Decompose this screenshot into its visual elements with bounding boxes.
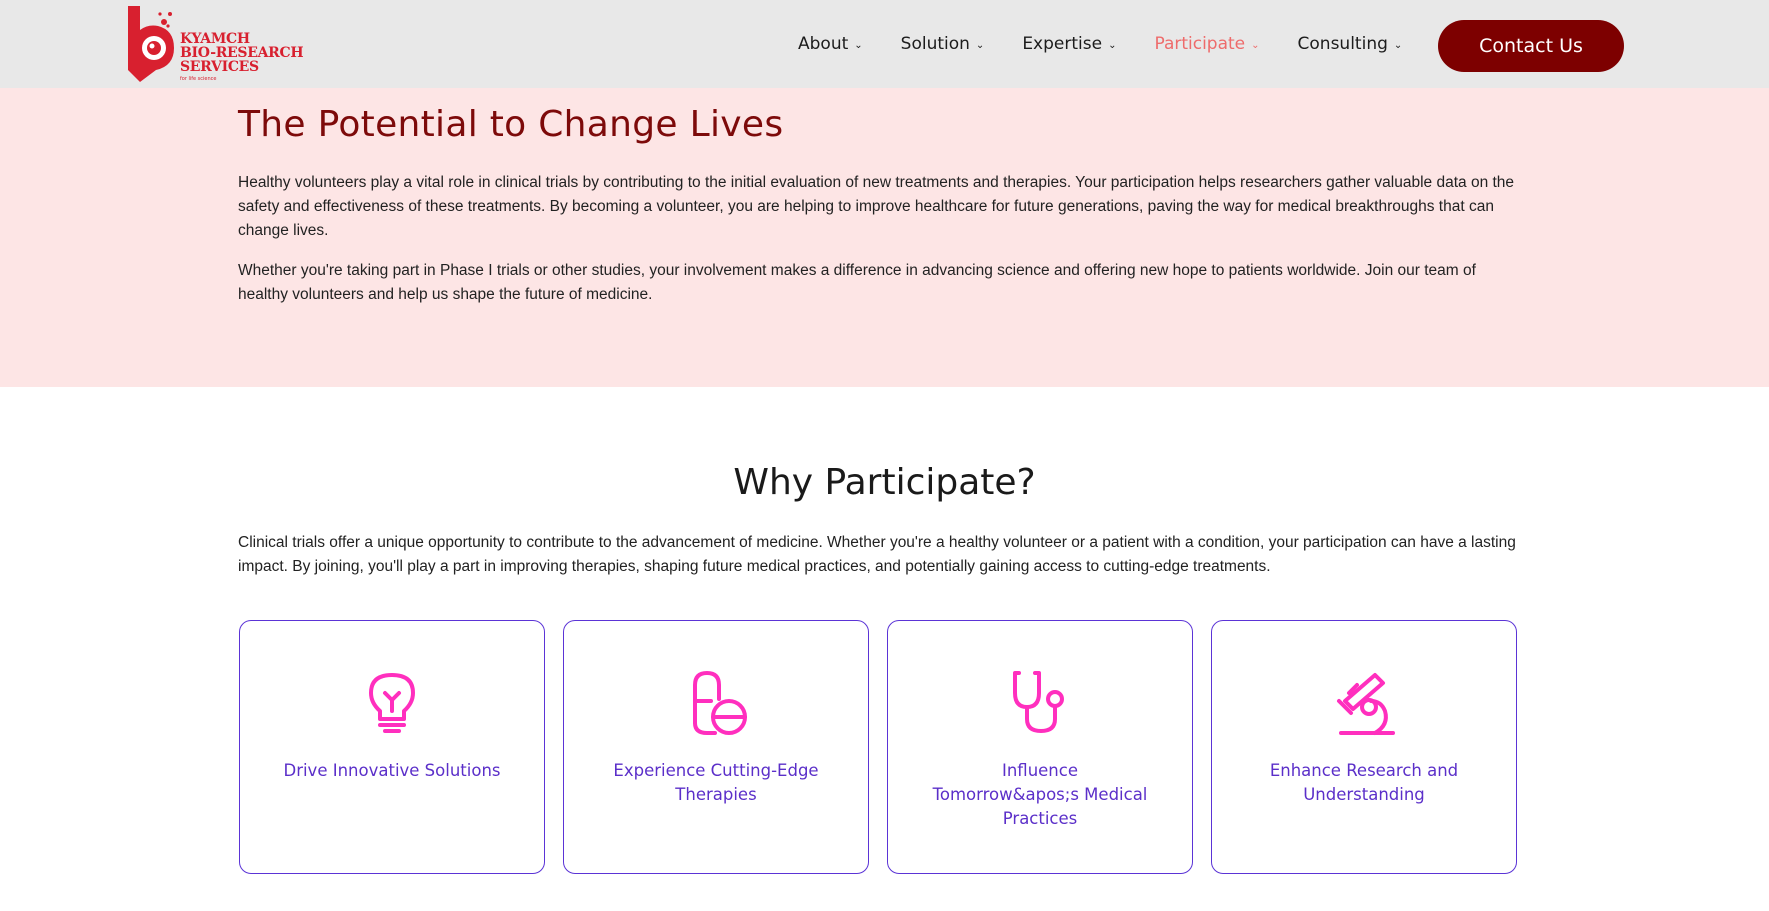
card-label: Enhance Research and Understanding bbox=[1269, 761, 1459, 804]
logo-tagline: for life science bbox=[180, 76, 217, 82]
contact-us-button[interactable]: Contact Us bbox=[1438, 20, 1624, 72]
nav-item-label: Consulting bbox=[1297, 34, 1388, 54]
nav-item-solution[interactable]: Solution ⌄ bbox=[901, 34, 985, 54]
benefit-card-innovative-solutions[interactable]: Drive Innovative Solutions bbox=[239, 620, 545, 874]
chevron-down-icon: ⌄ bbox=[1251, 39, 1260, 51]
why-participate-title: Why Participate? bbox=[733, 462, 1036, 503]
lightbulb-icon bbox=[369, 673, 415, 733]
nav-item-label: Solution bbox=[900, 34, 970, 54]
nav-item-label: About bbox=[798, 34, 849, 54]
nav-item-expertise[interactable]: Expertise ⌄ bbox=[1022, 34, 1116, 54]
pill-icon bbox=[693, 671, 747, 735]
card-label: Experience Cutting-Edge Therapies bbox=[613, 761, 819, 804]
card-label: Influence Tomorrow&apos;s Medical Practi… bbox=[932, 761, 1148, 828]
hero-title: The Potential to Change Lives bbox=[238, 104, 784, 145]
chevron-down-icon: ⌄ bbox=[854, 39, 863, 51]
nav-item-label: Expertise bbox=[1022, 34, 1103, 54]
stethoscope-icon bbox=[1013, 671, 1064, 733]
why-participate-paragraph: Clinical trials offer a unique opportuni… bbox=[238, 534, 1516, 575]
nav-item-participate[interactable]: Participate ⌄ bbox=[1154, 34, 1259, 54]
main-nav: About ⌄ Solution ⌄ Expertise ⌄ Participa… bbox=[798, 34, 1440, 54]
logo-line: BIO-RESEARCH bbox=[180, 45, 304, 61]
hero-paragraph-1: Healthy volunteers play a vital role in … bbox=[238, 174, 1515, 239]
benefit-card-research-understanding[interactable]: Enhance Research and Understanding bbox=[1211, 620, 1517, 874]
benefit-card-medical-practices[interactable]: Influence Tomorrow&apos;s Medical Practi… bbox=[887, 620, 1193, 874]
site-header: KYAMCH BIO-RESEARCH SERVICES for life sc… bbox=[0, 0, 1769, 88]
nav-item-label: Participate bbox=[1154, 34, 1246, 54]
nav-item-consulting[interactable]: Consulting ⌄ bbox=[1298, 34, 1403, 54]
card-label: Drive Innovative Solutions bbox=[283, 761, 501, 780]
chevron-down-icon: ⌄ bbox=[1108, 39, 1117, 51]
chevron-down-icon: ⌄ bbox=[975, 39, 985, 51]
logo-line: KYAMCH bbox=[180, 31, 250, 47]
logo-mark-icon bbox=[128, 6, 174, 82]
hero-paragraph-2: Whether you're taking part in Phase I tr… bbox=[238, 262, 1476, 303]
logo[interactable]: KYAMCH BIO-RESEARCH SERVICES for life sc… bbox=[126, 4, 306, 84]
logo-text: KYAMCH BIO-RESEARCH SERVICES bbox=[180, 31, 304, 75]
microscope-icon bbox=[1337, 673, 1395, 735]
nav-item-about[interactable]: About ⌄ bbox=[798, 34, 863, 54]
chevron-down-icon: ⌄ bbox=[1393, 39, 1403, 51]
logo-line: SERVICES bbox=[180, 59, 259, 75]
benefit-card-cutting-edge-therapies[interactable]: Experience Cutting-Edge Therapies bbox=[563, 620, 869, 874]
